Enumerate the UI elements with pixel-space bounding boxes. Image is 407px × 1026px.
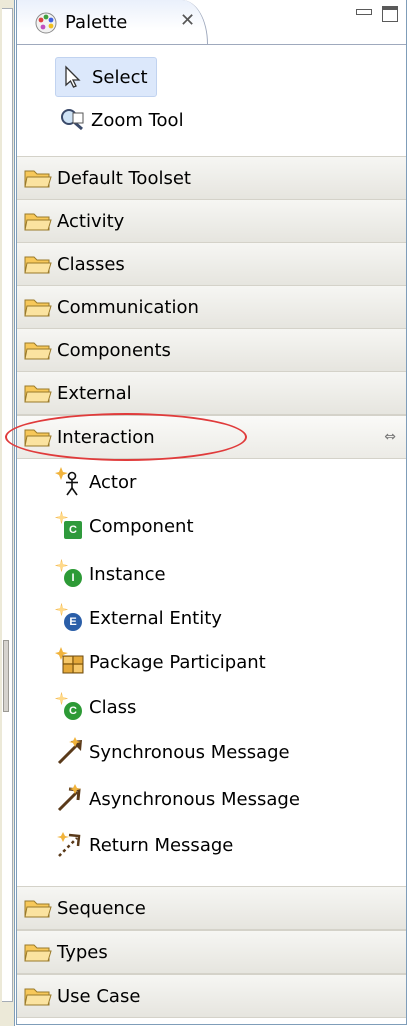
drawer-label: Components <box>57 339 171 361</box>
entry-label: Class <box>89 696 137 718</box>
entry-label: Synchronous Message <box>89 741 290 763</box>
drawer-communication[interactable]: Communication <box>17 285 406 329</box>
tool-zoom[interactable]: Zoom Tool <box>55 101 192 139</box>
folder-icon <box>24 900 52 918</box>
editor-pane-content <box>2 8 13 1002</box>
editor-pane-edge <box>0 0 15 1026</box>
external-badge: E <box>64 613 82 631</box>
drawer-label: Default Toolset <box>57 167 191 189</box>
star-badge <box>55 559 68 572</box>
component-icon: C <box>55 511 85 541</box>
palette-entry-external-entity[interactable]: E External Entity <box>55 597 222 639</box>
entry-label: External Entity <box>89 607 222 629</box>
folder-icon <box>24 170 52 188</box>
folder-open-icon <box>24 429 52 447</box>
asynchronous-message-icon <box>57 784 81 812</box>
drawer-sequence[interactable]: Sequence <box>17 886 406 930</box>
entry-label: Actor <box>89 471 137 493</box>
pin-drawer-icon[interactable]: ⇔ <box>384 429 396 445</box>
entry-label: Return Message <box>89 834 234 856</box>
arrow-pointer-icon <box>65 65 81 88</box>
palette-entry-return-message[interactable]: Return Message <box>55 824 233 866</box>
palette-entry-package-participant[interactable]: Package Participant <box>55 641 266 683</box>
folder-icon <box>24 299 52 317</box>
drawer-interaction[interactable]: Interaction ⇔ <box>5 413 406 461</box>
entry-label: Package Participant <box>89 651 266 673</box>
tool-label: Zoom Tool <box>91 109 184 131</box>
drawer-label: Classes <box>57 253 125 275</box>
entry-label: Instance <box>89 563 166 585</box>
drawer-label: Use Case <box>57 985 141 1007</box>
instance-icon: I <box>55 559 85 589</box>
folder-icon <box>24 988 52 1006</box>
instance-badge: I <box>64 569 82 587</box>
external-entity-icon: E <box>55 603 85 633</box>
entry-label: Asynchronous Message <box>89 788 300 810</box>
palette-entry-class[interactable]: C Class <box>55 686 136 728</box>
palette-entry-actor[interactable]: Actor <box>55 461 136 503</box>
drawer-types[interactable]: Types <box>17 930 406 974</box>
close-icon[interactable]: ✕ <box>180 10 195 31</box>
palette-entry-synchronous-message[interactable]: Synchronous Message <box>55 731 290 773</box>
drawer-classes[interactable]: Classes <box>17 242 406 286</box>
tool-label: Select <box>92 66 148 88</box>
drawer-label: Activity <box>57 210 125 232</box>
palette-view: Palette ✕ Select Zoom Tool Default Tools… <box>5 0 407 1025</box>
class-badge: C <box>64 702 82 720</box>
palette-entry-instance[interactable]: I Instance <box>55 553 166 595</box>
sash-grip[interactable] <box>3 640 9 712</box>
star-badge <box>55 603 68 616</box>
folder-icon <box>24 213 52 231</box>
star-badge <box>55 692 68 705</box>
maximize-icon[interactable] <box>382 6 398 22</box>
drawer-label: Types <box>57 941 108 963</box>
palette-tab[interactable]: Palette ✕ <box>17 0 208 44</box>
drawer-label: Sequence <box>57 897 146 919</box>
palette-entry-asynchronous-message[interactable]: Asynchronous Message <box>55 778 300 820</box>
drawer-default-toolset[interactable]: Default Toolset <box>17 156 406 200</box>
palette-entry-component[interactable]: C Component <box>55 505 194 547</box>
drawer-use-case[interactable]: Use Case <box>17 974 406 1018</box>
drawer-activity[interactable]: Activity <box>17 199 406 243</box>
folder-icon <box>24 385 52 403</box>
synchronous-message-icon <box>57 737 82 765</box>
folder-icon <box>24 944 52 962</box>
drawer-label: External <box>57 382 132 404</box>
folder-icon <box>24 256 52 274</box>
drawer-label: Communication <box>57 296 199 318</box>
minimize-icon[interactable] <box>356 9 372 15</box>
view-tab-strip: Palette ✕ <box>17 0 406 45</box>
palette-tab-label: Palette <box>65 12 128 33</box>
class-icon: C <box>55 692 85 722</box>
actor-icon <box>55 467 78 496</box>
component-badge: C <box>64 521 82 539</box>
package-participant-icon <box>55 647 84 674</box>
folder-icon <box>24 342 52 360</box>
palette-icon <box>35 12 57 34</box>
entry-label: Component <box>89 515 194 537</box>
magnifier-icon <box>61 109 84 131</box>
drawer-external[interactable]: External <box>17 371 406 415</box>
drawer-components[interactable]: Components <box>17 328 406 372</box>
return-message-icon <box>57 832 81 857</box>
tool-select[interactable]: Select <box>55 57 157 97</box>
